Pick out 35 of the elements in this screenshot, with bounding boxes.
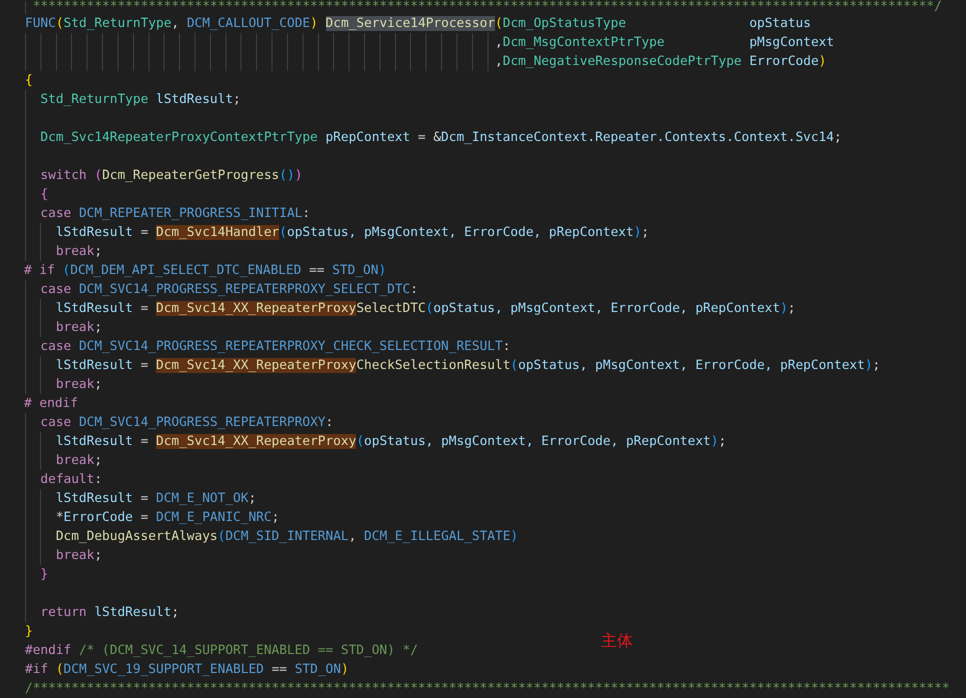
code-line: Dcm_DebugAssertAlways(DCM_SID_INTERNAL, DCM_E_ILLEGAL_STATE): [56, 528, 518, 546]
code-line: switch (Dcm_RepeaterGetProgress()): [40, 167, 302, 185]
code-line: break;: [56, 243, 102, 261]
code-line: Std_ReturnType lStdResult;: [40, 91, 241, 109]
code-line: break;: [56, 547, 102, 565]
code-line: return lStdResult;: [40, 604, 180, 622]
code-line: ,Dcm_MsgContextPtrType: [495, 34, 666, 52]
code-line: /***********************************************************************************************************************: [25, 680, 950, 698]
code-line: ErrorCode): [748, 53, 828, 71]
code-line: case DCM_SVC14_PROGRESS_REPEATERPROXY:: [40, 414, 334, 432]
code-line: break;: [56, 376, 102, 394]
code-line: {: [25, 72, 33, 90]
code-line: lStdResult = Dcm_Svc14_XX_RepeaterProxyCheckSelectionResult(opStatus, pMsgContext, ErrorCode, pRepContext);: [56, 357, 880, 375]
code-line: ,Dcm_NegativeResponseCodePtrType: [495, 53, 742, 71]
code-line: lStdResult = Dcm_Svc14Handler(opStatus, pMsgContext, ErrorCode, pRepContext);: [56, 224, 650, 242]
code-line: (Dcm_OpStatusType: [495, 15, 628, 33]
code-line: break;: [56, 452, 102, 470]
code-line: lStdResult = Dcm_Svc14_XX_RepeaterProxy(opStatus, pMsgContext, ErrorCode, pRepContext);: [56, 433, 726, 451]
code-line: Dcm_Svc14RepeaterProxyContextPtrType pRepContext = &Dcm_InstanceContext.Repeater.Contexts.Context.Svc14;: [40, 129, 842, 147]
code-line: opStatus: [748, 15, 812, 33]
code-line: break;: [56, 319, 102, 337]
code-line: }: [40, 566, 48, 584]
code-line: lStdResult = Dcm_Svc14_XX_RepeaterProxySelectDTC(opStatus, pMsgContext, ErrorCode, pRepContext);: [56, 300, 796, 318]
annotation-label: 主体: [601, 631, 633, 651]
code-line: case DCM_SVC14_PROGRESS_REPEATERPROXY_SELECT_DTC:: [40, 281, 418, 299]
code-line: FUNC(Std_ReturnType, DCM_CALLOUT_CODE) Dcm_Service14Processor: [25, 15, 496, 33]
code-line: pMsgContext: [748, 34, 834, 52]
code-line: *ErrorCode = DCM_E_PANIC_NRC;: [56, 509, 280, 527]
code-line: lStdResult = DCM_E_NOT_OK;: [56, 490, 256, 508]
code-line: case DCM_REPEATER_PROGRESS_INITIAL:: [40, 205, 310, 223]
code-line: }: [25, 623, 33, 641]
code-line: case DCM_SVC14_PROGRESS_REPEATERPROXY_CHECK_SELECTION_RESULT:: [40, 338, 510, 356]
code-line: *********************************************************************************************************************/: [25, 1, 942, 14]
code-line: {: [40, 186, 48, 204]
code-line: default:: [40, 471, 102, 489]
